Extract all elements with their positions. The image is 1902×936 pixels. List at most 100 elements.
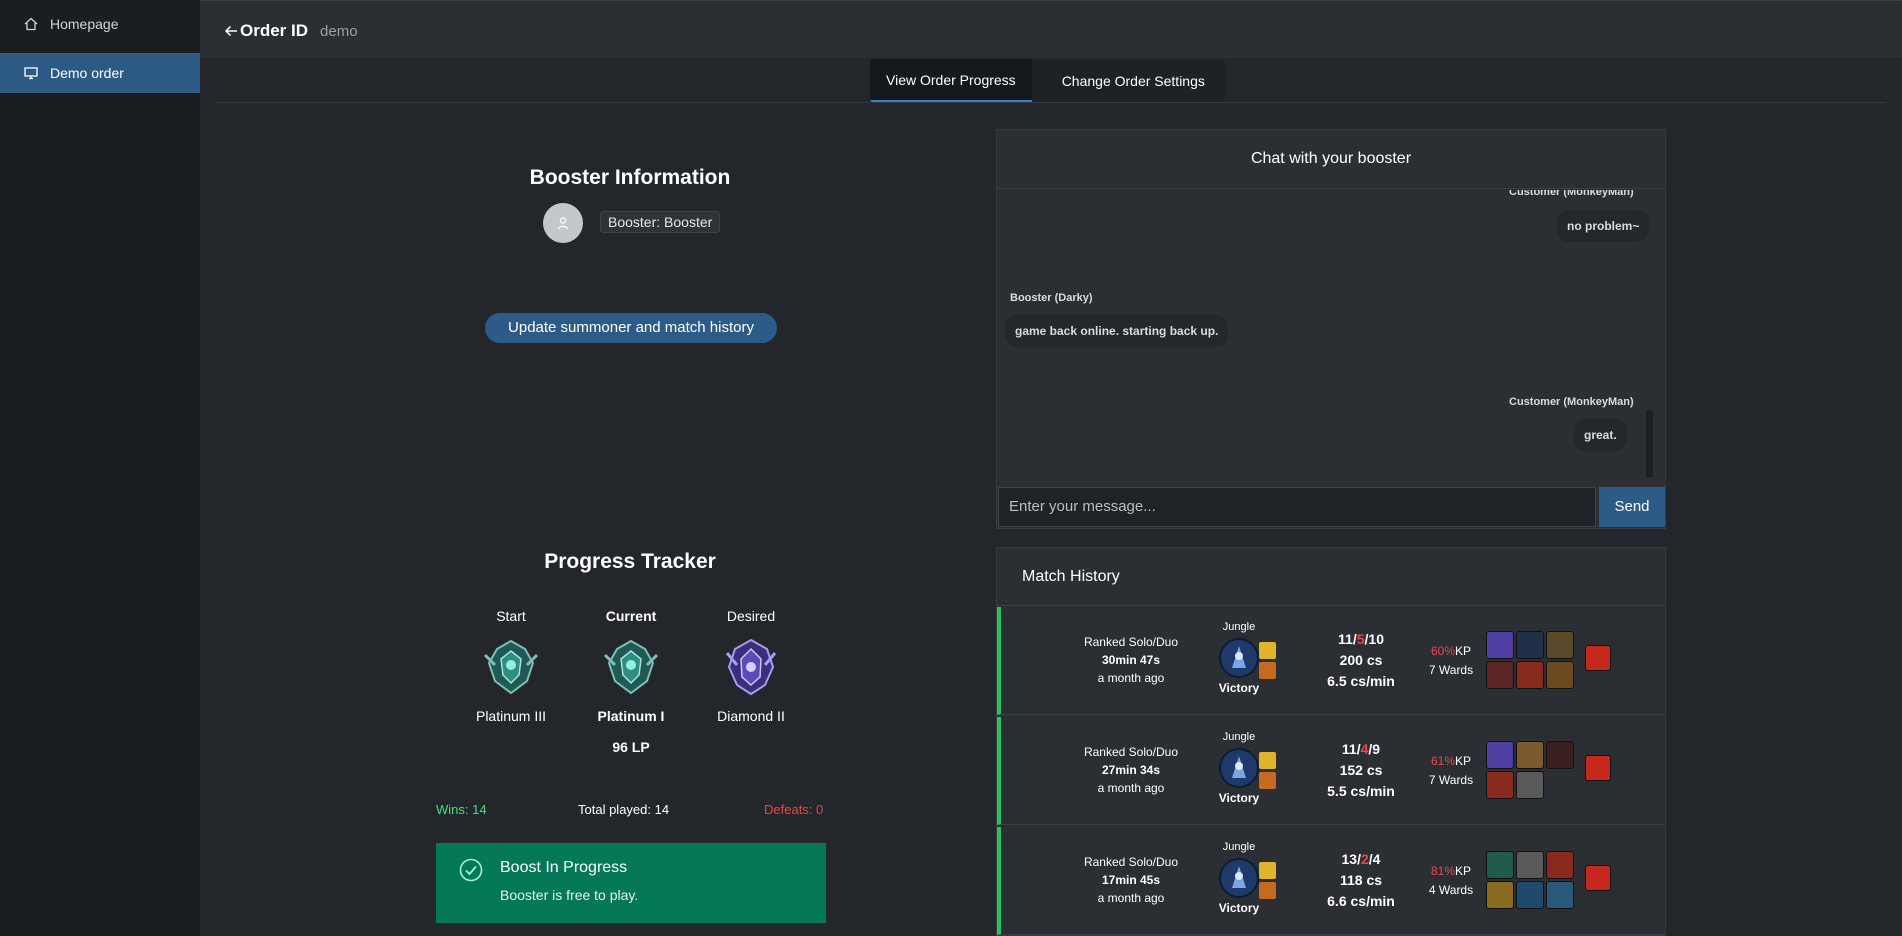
match-row[interactable]: Ranked Solo/Duo 17min 45s a month ago Ju… — [997, 827, 1665, 935]
sidebar-item-demo-order[interactable]: Demo order — [0, 53, 200, 93]
item-icon — [1516, 631, 1544, 659]
send-button[interactable]: Send — [1599, 487, 1665, 527]
wards-placed: 7 Wards — [1428, 773, 1474, 787]
trinket-icon — [1585, 755, 1611, 781]
kills: 11 — [1338, 631, 1353, 647]
kill-participation-label: KP — [1455, 864, 1472, 878]
message-bubble: great. — [1574, 419, 1627, 451]
platinum-emblem-icon — [603, 639, 659, 695]
rank-start-name: Platinum III — [475, 708, 547, 724]
message-author: Customer (MonkeyMan) — [1509, 396, 1634, 408]
rank-desired: Desired Diamond II — [691, 608, 811, 724]
summoner-spells — [1259, 752, 1276, 792]
item-icon — [1516, 851, 1544, 879]
tab-view-order-progress[interactable]: View Order Progress — [870, 59, 1032, 102]
match-duration: 17min 45s — [1101, 873, 1161, 887]
flash-spell-icon — [1259, 862, 1276, 879]
smite-spell-icon — [1259, 882, 1276, 899]
item-icon — [1546, 631, 1574, 659]
item-icon — [1486, 741, 1514, 769]
summoner-spells — [1259, 862, 1276, 902]
match-row[interactable]: Ranked Solo/Duo 30min 47s a month ago Ju… — [997, 607, 1665, 715]
item-icon — [1546, 851, 1574, 879]
kill-participation: 61% — [1430, 754, 1455, 768]
item-icon — [1516, 881, 1544, 909]
item-icon — [1546, 881, 1574, 909]
kill-participation-label: KP — [1455, 644, 1472, 658]
item-icon — [1516, 661, 1544, 689]
item-icon — [1486, 851, 1514, 879]
item-icon — [1546, 661, 1574, 689]
platinum-emblem-icon — [483, 639, 539, 695]
smite-spell-icon — [1259, 662, 1276, 679]
booster-information-title: Booster Information — [529, 166, 731, 189]
deaths: 5 — [1356, 631, 1365, 647]
chat-scrollbar[interactable] — [1646, 410, 1653, 477]
match-info: Ranked Solo/Duo 27min 34s a month ago — [1076, 743, 1186, 797]
total-played-count: Total played: 14 — [578, 802, 670, 817]
assists: 4 — [1372, 851, 1381, 867]
back-link[interactable]: Order ID demo — [224, 21, 358, 41]
message-input[interactable]: Enter your message... — [998, 487, 1596, 527]
match-row[interactable]: Ranked Solo/Duo 27min 34s a month ago Ju… — [997, 717, 1665, 825]
tab-change-order-settings[interactable]: Change Order Settings — [1032, 59, 1225, 102]
match-time-ago: a month ago — [1097, 671, 1165, 685]
creep-score: 118 cs — [1339, 872, 1383, 888]
match-duration: 27min 34s — [1101, 763, 1161, 777]
rank-current-label: Current — [605, 608, 657, 624]
match-info: Ranked Solo/Duo 17min 45s a month ago — [1076, 853, 1186, 907]
sidebar-item-label: Demo order — [50, 65, 124, 81]
match-role: Jungle — [1222, 731, 1256, 743]
deaths: 2 — [1360, 851, 1369, 867]
creep-score: 200 cs — [1339, 652, 1383, 668]
item-icon — [1516, 771, 1544, 799]
check-circle-icon — [459, 858, 483, 882]
trinket-icon — [1585, 865, 1611, 891]
defeats-count: Defeats: 0 — [764, 802, 824, 817]
message-bubble: game back online. starting back up. — [1005, 315, 1229, 347]
kill-participation: 60% — [1430, 644, 1455, 658]
cs-per-min: 5.5 cs/min — [1327, 783, 1395, 799]
order-id-value: demo — [320, 22, 358, 40]
match-kda: 11/5/10 200 cs 6.5 cs/min — [1321, 629, 1401, 692]
smite-spell-icon — [1259, 772, 1276, 789]
item-build — [1486, 741, 1574, 799]
update-summoner-button[interactable]: Update summoner and match history — [485, 313, 777, 343]
match-duration: 30min 47s — [1101, 653, 1161, 667]
rank-start-label: Start — [496, 608, 526, 624]
deaths: 4 — [1360, 741, 1369, 757]
chat-messages[interactable]: Customer (MonkeyMan) no problem~ Booster… — [997, 190, 1665, 477]
flash-spell-icon — [1259, 642, 1276, 659]
cs-per-min: 6.6 cs/min — [1327, 893, 1395, 909]
message-bubble: no problem~ — [1557, 210, 1650, 242]
summoner-spells — [1259, 642, 1276, 682]
item-icon — [1546, 741, 1574, 769]
match-kda: 13/2/4 118 cs 6.6 cs/min — [1321, 849, 1401, 912]
sidebar: Homepage Demo order — [0, 0, 200, 936]
match-kda: 11/4/9 152 cs 5.5 cs/min — [1321, 739, 1401, 802]
assists: 10 — [1368, 631, 1384, 647]
match-history-panel: Match History Ranked Solo/Duo 30min 47s … — [996, 547, 1666, 936]
item-icon — [1486, 771, 1514, 799]
arrow-left-icon — [224, 25, 237, 37]
item-icon — [1486, 661, 1514, 689]
match-history-title: Match History — [997, 548, 1665, 606]
item-icon — [1486, 631, 1514, 659]
message-author: Customer (MonkeyMan) — [1509, 190, 1634, 198]
sidebar-item-homepage[interactable]: Homepage — [0, 4, 200, 44]
sidebar-item-label: Homepage — [50, 16, 119, 32]
champion-portrait-icon — [1219, 638, 1259, 678]
tab-bar: View Order Progress Change Order Setting… — [870, 59, 1225, 102]
diamond-emblem-icon — [725, 638, 777, 696]
boost-status-title: Boost In Progress — [500, 859, 628, 876]
cs-per-min: 6.5 cs/min — [1327, 673, 1395, 689]
trinket-icon — [1585, 645, 1611, 671]
assists: 9 — [1372, 741, 1381, 757]
item-icon — [1486, 881, 1514, 909]
rank-current-name: Platinum I — [597, 708, 665, 724]
item-build — [1486, 631, 1574, 689]
creep-score: 152 cs — [1339, 762, 1383, 778]
user-icon — [557, 217, 569, 230]
kill-participation-label: KP — [1455, 754, 1472, 768]
kills: 11 — [1341, 741, 1357, 757]
